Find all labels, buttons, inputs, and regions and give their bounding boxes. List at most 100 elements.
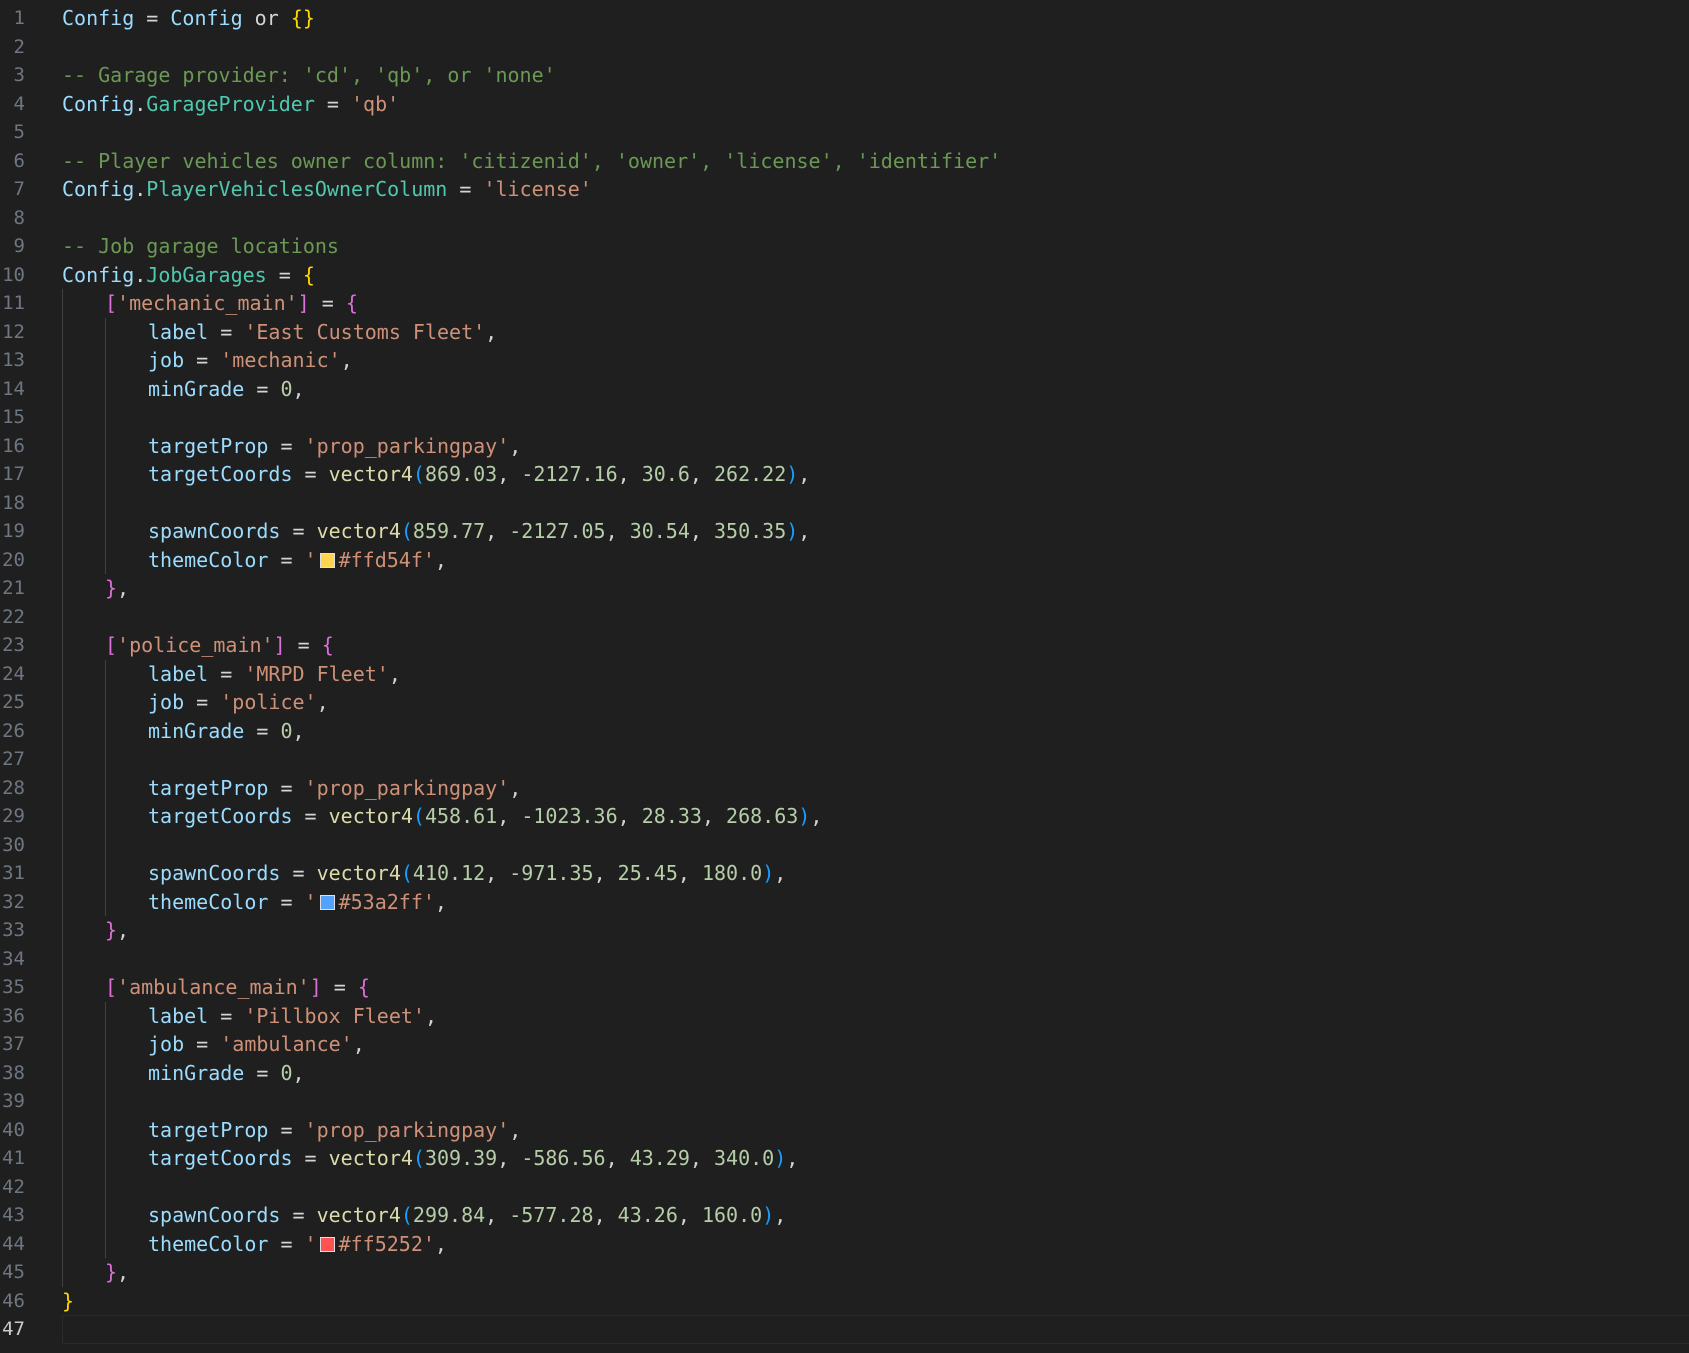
- code-line[interactable]: 22: [0, 602, 1689, 631]
- code-line-content[interactable]: targetCoords = vector4(458.61, -1023.36,…: [62, 802, 1689, 831]
- code-line-content[interactable]: [62, 1315, 1689, 1344]
- code-line-content[interactable]: label = 'MRPD Fleet',: [62, 659, 1689, 688]
- code-lines[interactable]: 1 Config = Config or {} 2 3 -- Garage provid…: [0, 4, 1689, 1344]
- code-line[interactable]: 42: [0, 1172, 1689, 1201]
- code-line-content[interactable]: [62, 403, 1689, 432]
- code-line[interactable]: 7 Config.PlayerVehiclesOwnerColumn = 'lic…: [0, 175, 1689, 204]
- code-line-content[interactable]: Config.JobGarages = {: [62, 261, 1689, 290]
- code-line-content[interactable]: [62, 944, 1689, 973]
- code-line[interactable]: 8: [0, 204, 1689, 233]
- code-line-content[interactable]: Config = Config or {}: [62, 4, 1689, 33]
- code-line-content[interactable]: -- Job garage locations: [62, 232, 1689, 261]
- code-line[interactable]: 11 ['mechanic_main'] = {: [0, 289, 1689, 318]
- code-line-content[interactable]: Config.PlayerVehiclesOwnerColumn = 'lice…: [62, 175, 1689, 204]
- code-line[interactable]: 19 spawnCoords = vector4(859.77, -2127.05…: [0, 517, 1689, 546]
- code-line[interactable]: 30: [0, 830, 1689, 859]
- code-line[interactable]: 31 spawnCoords = vector4(410.12, -971.35,…: [0, 859, 1689, 888]
- code-line[interactable]: 6 -- Player vehicles owner column: 'citiz…: [0, 147, 1689, 176]
- code-line[interactable]: 33},: [0, 916, 1689, 945]
- code-line[interactable]: 23 ['police_main'] = {: [0, 631, 1689, 660]
- code-line-content[interactable]: label = 'East Customs Fleet',: [62, 317, 1689, 346]
- code-line-content[interactable]: targetProp = 'prop_parkingpay',: [62, 431, 1689, 460]
- code-line[interactable]: 43 spawnCoords = vector4(299.84, -577.28,…: [0, 1201, 1689, 1230]
- code-line-content[interactable]: targetProp = 'prop_parkingpay',: [62, 773, 1689, 802]
- code-line-content[interactable]: themeColor = ' #ff5252',: [62, 1229, 1689, 1258]
- code-line[interactable]: 24 label = 'MRPD Fleet',: [0, 659, 1689, 688]
- code-line[interactable]: 21},: [0, 574, 1689, 603]
- code-line[interactable]: 2: [0, 33, 1689, 62]
- code-line[interactable]: 32 themeColor = ' #53a2ff',: [0, 887, 1689, 916]
- code-line-content[interactable]: },: [62, 574, 1689, 603]
- code-line-content[interactable]: Config.GarageProvider = 'qb': [62, 90, 1689, 119]
- code-line-content[interactable]: },: [62, 916, 1689, 945]
- code-line[interactable]: 47: [0, 1315, 1689, 1344]
- code-line[interactable]: 28 targetProp = 'prop_parkingpay',: [0, 773, 1689, 802]
- code-line-content[interactable]: -- Garage provider: 'cd', 'qb', or 'none…: [62, 61, 1689, 90]
- code-line-content[interactable]: [62, 488, 1689, 517]
- code-token: GarageProvider: [146, 91, 315, 116]
- code-line-content[interactable]: ['ambulance_main'] = {: [62, 973, 1689, 1002]
- code-line[interactable]: 36 label = 'Pillbox Fleet',: [0, 1001, 1689, 1030]
- code-line-content[interactable]: targetCoords = vector4(309.39, -586.56, …: [62, 1144, 1689, 1173]
- code-line[interactable]: 29 targetCoords = vector4(458.61, -1023.3…: [0, 802, 1689, 831]
- code-line-content[interactable]: [62, 1087, 1689, 1116]
- code-line[interactable]: 39: [0, 1087, 1689, 1116]
- code-line-content[interactable]: [62, 118, 1689, 147]
- code-line[interactable]: 3 -- Garage provider: 'cd', 'qb', or 'non…: [0, 61, 1689, 90]
- code-line-content[interactable]: ['police_main'] = {: [62, 631, 1689, 660]
- code-line[interactable]: 46}: [0, 1287, 1689, 1316]
- code-line[interactable]: 40 targetProp = 'prop_parkingpay',: [0, 1115, 1689, 1144]
- color-swatch-icon[interactable]: [319, 894, 335, 910]
- code-line-content[interactable]: label = 'Pillbox Fleet',: [62, 1001, 1689, 1030]
- code-line-content[interactable]: spawnCoords = vector4(410.12, -971.35, 2…: [62, 859, 1689, 888]
- code-line[interactable]: 4 Config.GarageProvider = 'qb': [0, 90, 1689, 119]
- code-line[interactable]: 27: [0, 745, 1689, 774]
- code-line[interactable]: 41 targetCoords = vector4(309.39, -586.56…: [0, 1144, 1689, 1173]
- code-line[interactable]: 16 targetProp = 'prop_parkingpay',: [0, 431, 1689, 460]
- code-line-content[interactable]: }: [62, 1287, 1689, 1316]
- code-line[interactable]: 14 minGrade = 0,: [0, 374, 1689, 403]
- code-line[interactable]: 25 job = 'police',: [0, 688, 1689, 717]
- code-line[interactable]: 1 Config = Config or {}: [0, 4, 1689, 33]
- code-line[interactable]: 9 -- Job garage locations: [0, 232, 1689, 261]
- code-line[interactable]: 17 targetCoords = vector4(869.03, -2127.1…: [0, 460, 1689, 489]
- code-line[interactable]: 10 Config.JobGarages = {: [0, 261, 1689, 290]
- code-line-content[interactable]: minGrade = 0,: [62, 1058, 1689, 1087]
- code-line[interactable]: 35 ['ambulance_main'] = {: [0, 973, 1689, 1002]
- code-line-content[interactable]: [62, 830, 1689, 859]
- code-line-content[interactable]: spawnCoords = vector4(859.77, -2127.05, …: [62, 517, 1689, 546]
- code-line-content[interactable]: -- Player vehicles owner column: 'citize…: [62, 147, 1689, 176]
- code-line-content[interactable]: [62, 33, 1689, 62]
- color-swatch-icon[interactable]: [319, 552, 335, 568]
- code-line-content[interactable]: ['mechanic_main'] = {: [62, 289, 1689, 318]
- code-line-content[interactable]: [62, 204, 1689, 233]
- code-line-content[interactable]: themeColor = ' #ffd54f',: [62, 545, 1689, 574]
- code-line-content[interactable]: job = 'mechanic',: [62, 346, 1689, 375]
- code-line-content[interactable]: [62, 1172, 1689, 1201]
- code-line[interactable]: 13 job = 'mechanic',: [0, 346, 1689, 375]
- code-line[interactable]: 20 themeColor = ' #ffd54f',: [0, 545, 1689, 574]
- code-line[interactable]: 38 minGrade = 0,: [0, 1058, 1689, 1087]
- code-editor[interactable]: 1 Config = Config or {} 2 3 -- Garage provid…: [0, 0, 1689, 1353]
- code-line-content[interactable]: targetProp = 'prop_parkingpay',: [62, 1115, 1689, 1144]
- color-swatch-icon[interactable]: [319, 1236, 335, 1252]
- code-line[interactable]: 45},: [0, 1258, 1689, 1287]
- code-line-content[interactable]: },: [62, 1258, 1689, 1287]
- code-line-content[interactable]: minGrade = 0,: [62, 374, 1689, 403]
- code-line[interactable]: 18: [0, 488, 1689, 517]
- code-line-content[interactable]: [62, 745, 1689, 774]
- code-line[interactable]: 44 themeColor = ' #ff5252',: [0, 1229, 1689, 1258]
- code-line-content[interactable]: themeColor = ' #53a2ff',: [62, 887, 1689, 916]
- code-line[interactable]: 26 minGrade = 0,: [0, 716, 1689, 745]
- code-line[interactable]: 34: [0, 944, 1689, 973]
- code-line-content[interactable]: job = 'ambulance',: [62, 1030, 1689, 1059]
- code-line-content[interactable]: [62, 602, 1689, 631]
- code-line-content[interactable]: targetCoords = vector4(869.03, -2127.16,…: [62, 460, 1689, 489]
- code-line[interactable]: 37 job = 'ambulance',: [0, 1030, 1689, 1059]
- code-line[interactable]: 12 label = 'East Customs Fleet',: [0, 317, 1689, 346]
- code-line[interactable]: 15: [0, 403, 1689, 432]
- code-line-content[interactable]: minGrade = 0,: [62, 716, 1689, 745]
- code-line[interactable]: 5: [0, 118, 1689, 147]
- code-line-content[interactable]: job = 'police',: [62, 688, 1689, 717]
- code-line-content[interactable]: spawnCoords = vector4(299.84, -577.28, 4…: [62, 1201, 1689, 1230]
